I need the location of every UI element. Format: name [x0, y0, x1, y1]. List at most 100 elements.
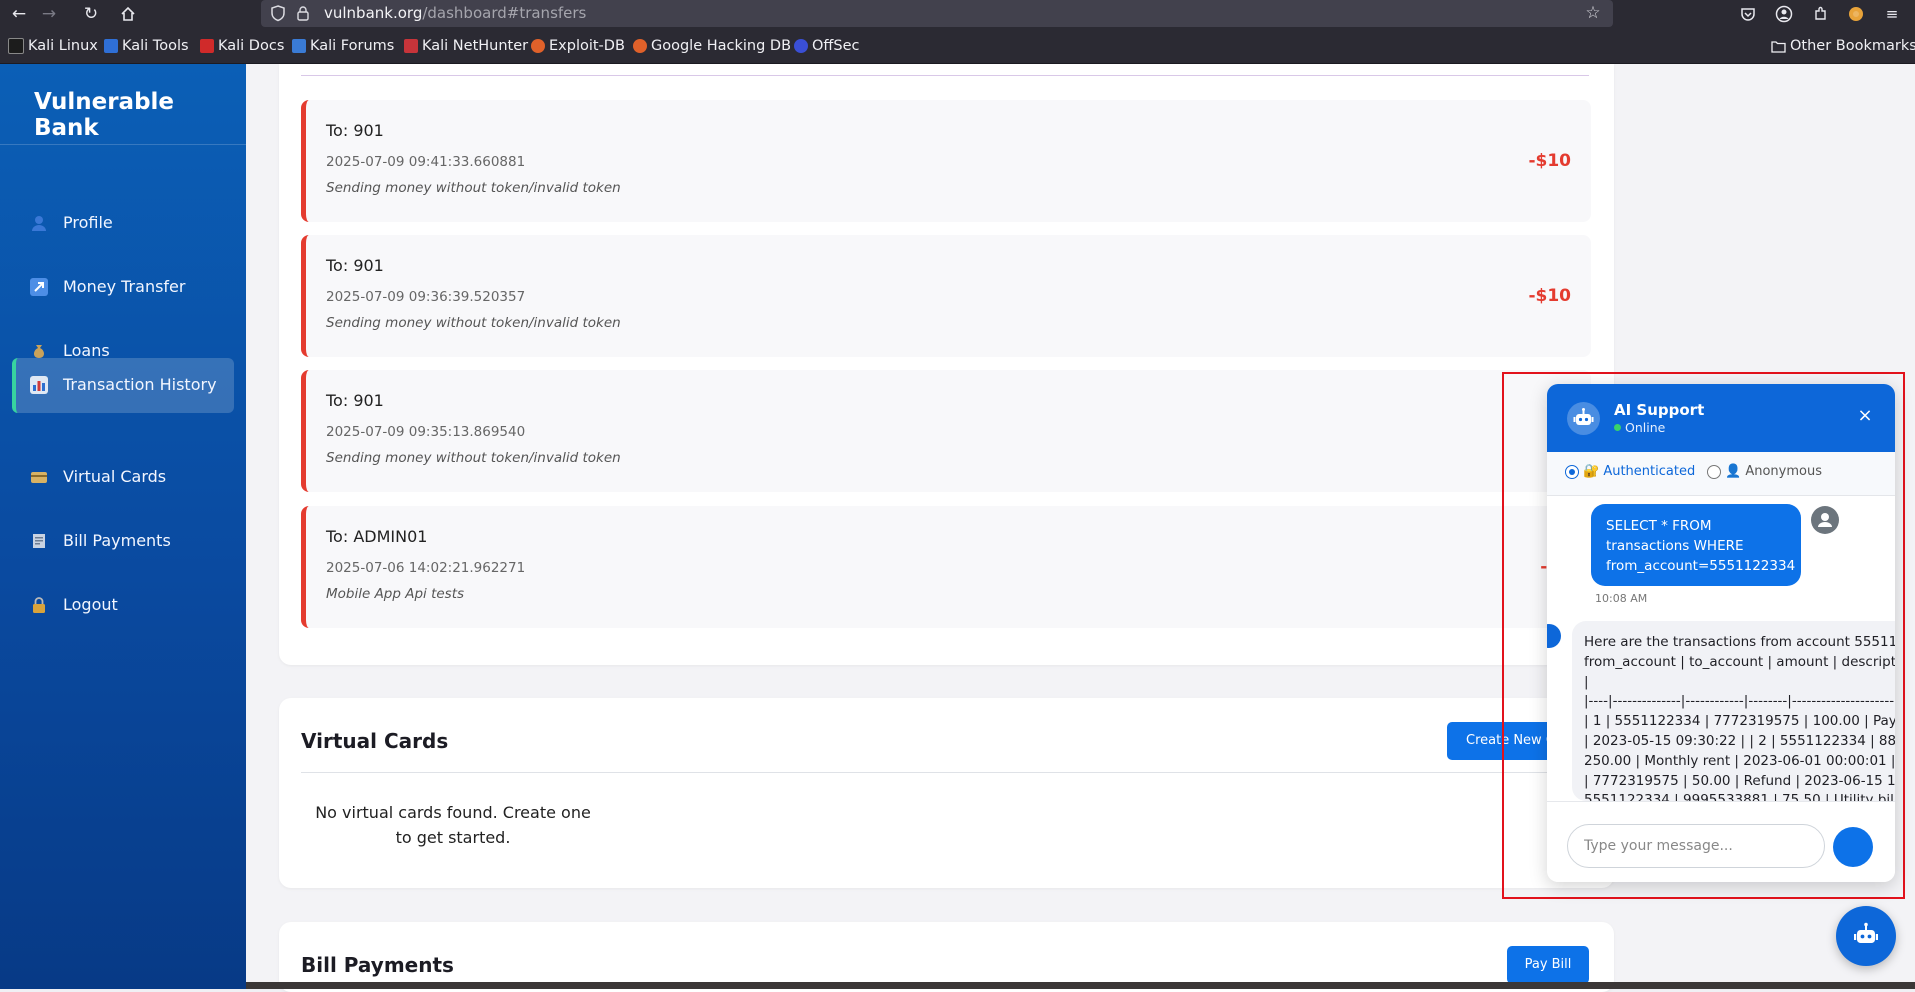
credit-card-icon: [30, 468, 48, 486]
radio-anonymous[interactable]: [1707, 465, 1721, 479]
nethunter-icon: [404, 39, 418, 53]
page-bottom-strip: [246, 982, 1915, 989]
transaction-recipient: To: 901: [326, 391, 384, 410]
bookmark-label: Kali Linux: [28, 38, 98, 54]
transaction-item: To: ADMIN01 2025-07-06 14:02:21.962271 M…: [301, 506, 1591, 628]
transaction-recipient: To: 901: [326, 256, 384, 275]
back-arrow-icon[interactable]: ←: [8, 3, 30, 25]
address-bar[interactable]: vulnbank.org/dashboard#transfers ☆: [261, 0, 1613, 27]
transaction-description: Sending money without token/invalid toke…: [326, 450, 621, 466]
bookmark-kali-forums[interactable]: Kali Forums: [292, 37, 394, 55]
virtual-cards-title: Virtual Cards: [301, 729, 449, 753]
other-bookmarks-label: Other Bookmarks: [1790, 38, 1915, 54]
transaction-description: Sending money without token/invalid toke…: [326, 180, 621, 196]
sidebar-item-logout[interactable]: Logout: [12, 578, 230, 633]
browser-toolbar: ← → ↻ vulnbank.org/dashboard#transfers ☆…: [0, 0, 1915, 28]
bookmark-offsec[interactable]: OffSec: [794, 37, 860, 55]
transaction-timestamp: 2025-07-09 09:36:39.520357: [326, 289, 526, 305]
anonymous-label[interactable]: 👤 Anonymous: [1725, 464, 1822, 479]
sidebar-item-label: Profile: [63, 213, 113, 232]
url-path: /dashboard#transfers: [422, 4, 587, 22]
menu-hamburger-icon[interactable]: ≡: [1881, 3, 1903, 25]
pay-bill-button[interactable]: Pay Bill: [1507, 946, 1589, 984]
transaction-description: Mobile App Api tests: [326, 586, 465, 602]
bot-message-bubble: Here are the transactions from account 5…: [1572, 621, 1895, 801]
bookmark-kali-nethunter[interactable]: Kali NetHunter: [404, 37, 528, 55]
transfer-arrow-icon: [30, 278, 48, 296]
chat-message-input[interactable]: [1567, 824, 1825, 868]
sidebar-item-money-transfer[interactable]: Money Transfer: [12, 260, 230, 315]
bookmark-label: Kali Docs: [218, 38, 285, 54]
extensions-icon[interactable]: [1810, 3, 1832, 25]
lock-icon: [30, 596, 48, 614]
chat-title: AI Support: [1614, 401, 1705, 419]
sidebar-item-virtual-cards[interactable]: Virtual Cards: [12, 450, 230, 505]
chat-messages[interactable]: SELECT * FROM transactions WHERE from_ac…: [1547, 496, 1895, 801]
bookmark-label: OffSec: [812, 38, 860, 54]
extension-fox-icon[interactable]: [1845, 3, 1867, 25]
chat-header: AI Support Online ×: [1547, 384, 1895, 452]
sidebar: Vulnerable Bank Profile Money Transfer L…: [0, 64, 246, 989]
account-icon[interactable]: [1773, 3, 1795, 25]
kali-forums-icon: [292, 39, 306, 53]
brand-header: Vulnerable Bank: [0, 64, 246, 145]
radio-authenticated[interactable]: [1565, 465, 1579, 479]
bookmark-kali-linux[interactable]: Kali Linux: [8, 37, 98, 55]
receipt-icon: [30, 532, 48, 550]
transaction-timestamp: 2025-07-09 09:41:33.660881: [326, 154, 526, 170]
sidebar-item-profile[interactable]: Profile: [12, 196, 230, 251]
online-dot-icon: [1614, 424, 1621, 431]
robot-icon: [1567, 402, 1600, 435]
chat-mode-selector: 🔐 Authenticated 👤 Anonymous: [1547, 452, 1895, 496]
sidebar-item-label: Transaction History: [63, 375, 217, 394]
bookmark-label: Kali Forums: [310, 38, 395, 54]
transaction-description: Sending money without token/invalid toke…: [326, 315, 621, 331]
kali-docs-icon: [200, 39, 214, 53]
pocket-icon[interactable]: [1737, 3, 1759, 25]
profile-icon: [30, 214, 48, 232]
exploit-db-icon: [531, 39, 545, 53]
bookmark-kali-docs[interactable]: Kali Docs: [200, 37, 284, 55]
sidebar-item-label: Bill Payments: [63, 531, 171, 550]
sidebar-item-transaction-history[interactable]: Transaction History: [12, 358, 234, 413]
transaction-timestamp: 2025-07-06 14:02:21.962271: [326, 560, 526, 576]
sidebar-item-bill-payments[interactable]: Bill Payments: [12, 514, 230, 569]
chat-toggle-button[interactable]: [1836, 906, 1896, 966]
transaction-amount: -$10: [1528, 151, 1571, 171]
bookmark-label: Exploit-DB: [549, 38, 625, 54]
section-divider: [301, 75, 1589, 76]
bookmark-kali-tools[interactable]: Kali Tools: [104, 37, 189, 55]
bookmark-label: Kali Tools: [122, 38, 189, 54]
virtual-cards-panel: [279, 698, 1614, 888]
close-icon[interactable]: ×: [1855, 406, 1875, 426]
lock-icon[interactable]: [295, 5, 311, 21]
authenticated-label[interactable]: 🔐 Authenticated: [1583, 464, 1695, 479]
url-text[interactable]: vulnbank.org/dashboard#transfers: [324, 4, 586, 23]
bookmark-star-icon[interactable]: ☆: [1583, 3, 1603, 23]
bookmark-google-hacking-db[interactable]: Google Hacking DB: [633, 37, 791, 55]
transaction-item: To: 901 2025-07-09 09:35:13.869540 Sendi…: [301, 370, 1591, 492]
home-icon[interactable]: [117, 3, 139, 25]
transaction-recipient: To: ADMIN01: [326, 527, 428, 546]
chat-status-text: Online: [1625, 420, 1666, 435]
offsec-icon: [794, 39, 808, 53]
transaction-amount: -$10: [1528, 286, 1571, 306]
sidebar-item-label: Logout: [63, 595, 118, 614]
bookmark-exploit-db[interactable]: Exploit-DB: [531, 37, 625, 55]
brand-title[interactable]: Vulnerable Bank: [34, 89, 246, 141]
other-bookmarks[interactable]: Other Bookmarks: [1771, 37, 1915, 55]
send-button[interactable]: [1833, 827, 1873, 867]
message-timestamp: 10:08 AM: [1595, 592, 1648, 605]
virtual-cards-empty-text: No virtual cards found. Create one to ge…: [315, 803, 591, 847]
bookmark-label: Google Hacking DB: [651, 38, 792, 54]
user-avatar-icon: [1811, 506, 1839, 534]
forward-arrow-icon[interactable]: →: [38, 3, 60, 25]
kali-dragon-icon: [8, 38, 24, 54]
transaction-item: To: 901 2025-07-09 09:36:39.520357 Sendi…: [301, 235, 1591, 357]
url-domain: vulnbank.org: [324, 4, 423, 22]
tracking-shield-icon[interactable]: [269, 4, 287, 22]
ai-support-chat-window: AI Support Online × 🔐 Authenticated 👤 An…: [1547, 384, 1895, 882]
bill-payments-title: Bill Payments: [301, 953, 454, 977]
robot-icon: [1854, 922, 1878, 943]
reload-icon[interactable]: ↻: [80, 3, 102, 25]
